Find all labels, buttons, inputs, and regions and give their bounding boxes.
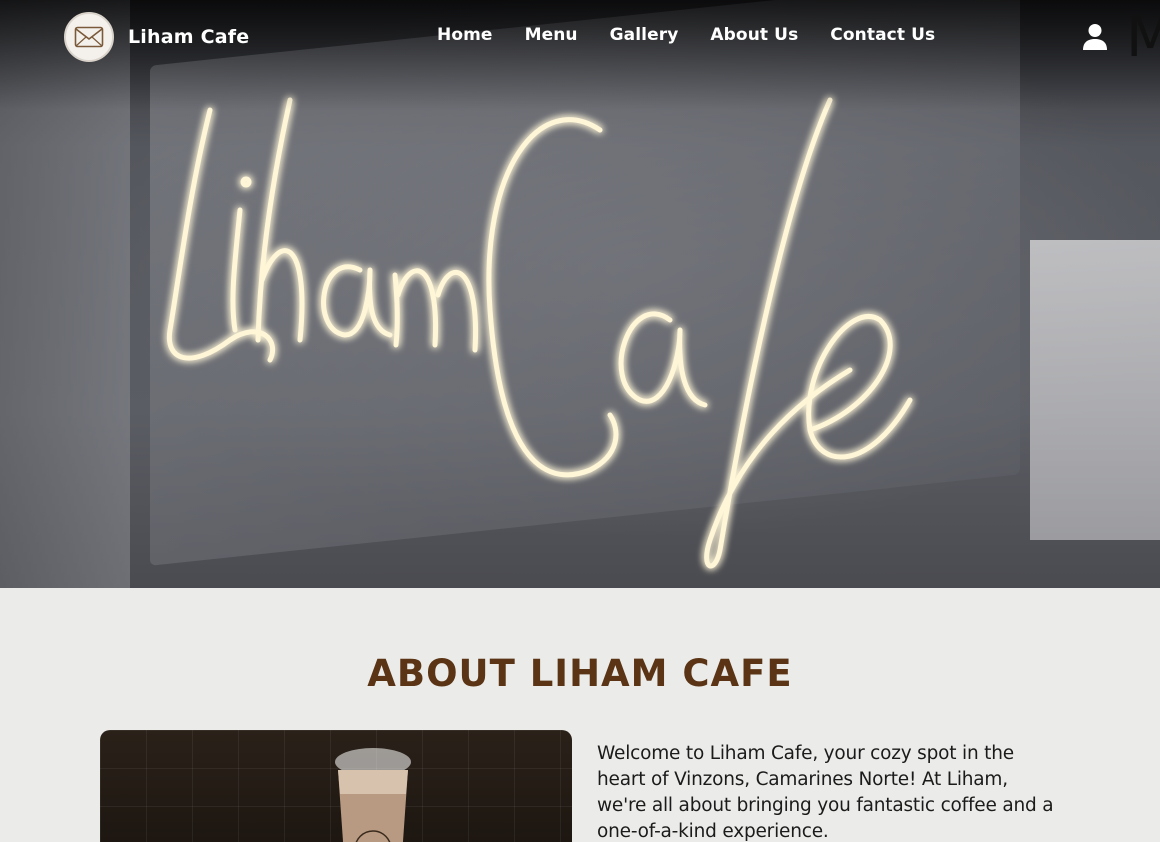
about-description: Welcome to Liham Cafe, your cozy spot in… bbox=[597, 743, 1054, 842]
nav-gallery[interactable]: Gallery bbox=[610, 25, 679, 45]
brand-name: Liham Cafe bbox=[128, 26, 250, 48]
brand[interactable]: Liham Cafe bbox=[64, 12, 249, 62]
about-title: ABOUT LIHAM CAFE bbox=[367, 652, 793, 695]
envelope-icon bbox=[74, 26, 104, 48]
about-photo bbox=[100, 730, 572, 842]
hero-right-panel bbox=[1030, 240, 1160, 540]
partial-heading-text: M bbox=[1126, 5, 1160, 70]
envelope-logo-icon bbox=[64, 12, 114, 62]
nav-about-us[interactable]: About Us bbox=[710, 25, 798, 45]
iced-coffee-cup-image bbox=[335, 748, 411, 842]
top-navbar: Liham Cafe Home Menu Gallery About Us Co… bbox=[0, 0, 1160, 74]
neon-sign-image bbox=[166, 97, 913, 569]
page: Liham Cafe Home Menu Gallery About Us Co… bbox=[0, 0, 1160, 842]
nav-menu[interactable]: Menu bbox=[525, 25, 578, 45]
user-icon[interactable] bbox=[1082, 23, 1108, 51]
hero-banner bbox=[0, 0, 1160, 588]
nav-home[interactable]: Home bbox=[437, 25, 493, 45]
nav-links: Home Menu Gallery About Us Contact Us bbox=[437, 25, 935, 45]
nav-contact-us[interactable]: Contact Us bbox=[830, 25, 935, 45]
